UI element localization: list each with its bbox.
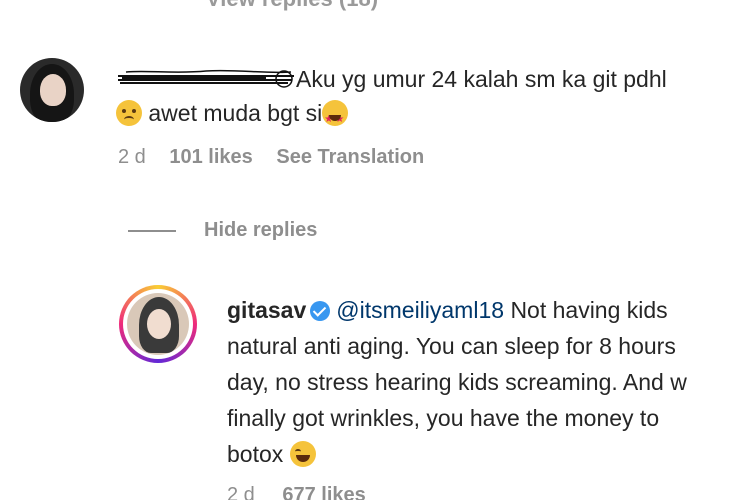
comment-time: 2 d bbox=[118, 146, 146, 168]
comment-line-1: Aku yg umur 24 kalah sm ka git pdhl bbox=[296, 66, 667, 92]
comments-panel: View replies (18) Aku yg umur 24 kalah s… bbox=[0, 0, 750, 500]
reply-avatar[interactable] bbox=[119, 285, 197, 363]
reply-line-3: day, no stress hearing kids screaming. A… bbox=[227, 369, 687, 395]
reply-text: gitasav @itsmeiliyaml18 Not having kids n… bbox=[227, 292, 750, 472]
reply-line-2: natural anti aging. You can sleep for 8 … bbox=[227, 333, 676, 359]
comment-line-2: awet muda bgt si bbox=[148, 100, 323, 126]
reply-time: 2 d bbox=[227, 484, 255, 500]
commenter-avatar[interactable] bbox=[20, 58, 84, 122]
reply-line-4: finally got wrinkles, you have the money… bbox=[227, 405, 660, 431]
comment-likes-button[interactable]: 101 likes bbox=[169, 146, 252, 168]
divider-line bbox=[128, 229, 176, 232]
tears-of-joy-emoji-icon bbox=[289, 441, 316, 467]
reply-username-link[interactable]: gitasav bbox=[227, 297, 306, 323]
star-struck-emoji-icon bbox=[322, 100, 349, 137]
mention-link[interactable]: @itsmeiliyaml18 bbox=[336, 297, 504, 323]
hide-replies-label: Hide replies bbox=[204, 219, 318, 241]
hide-replies-button[interactable]: Hide replies bbox=[128, 219, 317, 242]
crying-face-emoji-icon bbox=[116, 100, 142, 126]
reply-meta: 2 d 677 likes bbox=[227, 484, 388, 500]
view-replies-button[interactable]: View replies (18) bbox=[206, 0, 378, 12]
verified-badge-icon bbox=[310, 301, 331, 321]
reply-line-5: botox bbox=[227, 441, 284, 467]
comment-text: Aku yg umur 24 kalah sm ka git pdhl awet… bbox=[116, 62, 750, 137]
comment-meta: 2 d 101 likes See Translation bbox=[118, 146, 442, 169]
reply-likes-button[interactable]: 677 likes bbox=[282, 484, 365, 500]
redacted-username bbox=[116, 68, 296, 90]
reply-line-1: Not having kids bbox=[510, 297, 668, 323]
see-translation-button[interactable]: See Translation bbox=[276, 146, 424, 168]
